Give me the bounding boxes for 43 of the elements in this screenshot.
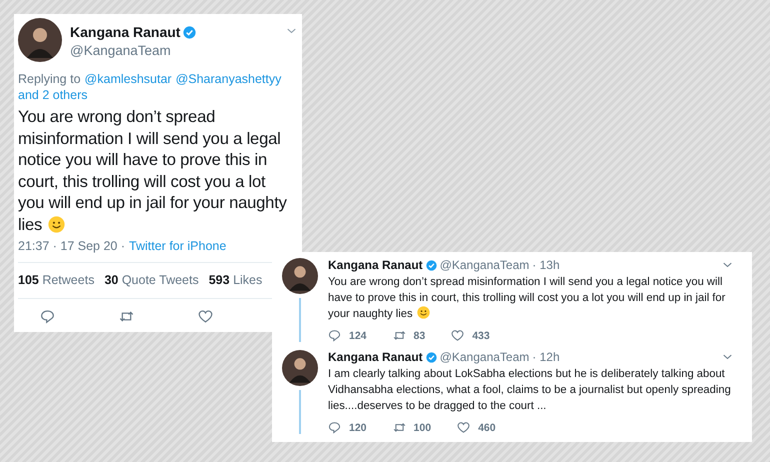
- reply-count: 120: [349, 422, 367, 434]
- reply-icon[interactable]: [328, 329, 341, 342]
- source-link[interactable]: Twitter for iPhone: [129, 239, 226, 253]
- mention-link[interactable]: @Sharanyashettyy: [176, 71, 282, 87]
- chevron-icon[interactable]: [723, 262, 732, 268]
- chevron-icon[interactable]: [723, 354, 732, 360]
- reply-count: 124: [349, 330, 367, 342]
- tweet-text: You are wrong don’t spread misinformation I will send you a legal notice you will have to prove this in court, this trolling will cost you a lot you will end up in jail for your naughty lies: [18, 107, 287, 234]
- like-icon[interactable]: [451, 329, 464, 342]
- tweet-text: I am clearly talking about LokSabha elections but he is deliberately talking about Vidhansabha elections, what a fool, claims to be a journalist but openly spreading lies....deserves to be dragged to the court ...: [328, 368, 731, 412]
- user-handle[interactable]: @KanganaTeam: [440, 350, 530, 364]
- user-handle[interactable]: @KanganaTeam: [70, 43, 196, 58]
- retweet-icon[interactable]: [119, 309, 134, 324]
- thread-line: [299, 390, 301, 434]
- retweet-icon[interactable]: [392, 421, 406, 434]
- retweet-count: 100: [414, 422, 432, 434]
- avatar[interactable]: [282, 350, 318, 386]
- chevron-icon[interactable]: [287, 28, 296, 34]
- reply-icon[interactable]: [328, 421, 341, 434]
- user-name[interactable]: Kangana Ranaut: [70, 24, 180, 40]
- engagement-count[interactable]: 593 Likes: [208, 273, 262, 287]
- tweet-time: · 12h: [532, 350, 560, 364]
- user-name[interactable]: Kangana Ranaut: [328, 350, 423, 364]
- engagement-count[interactable]: 30 Quote Tweets: [104, 273, 199, 287]
- avatar[interactable]: [18, 18, 62, 62]
- like-icon[interactable]: [198, 309, 213, 324]
- like-count: 460: [478, 422, 496, 434]
- mention-link[interactable]: and 2 others: [18, 87, 88, 103]
- retweet-count: 83: [414, 330, 426, 342]
- user-name[interactable]: Kangana Ranaut: [328, 258, 423, 272]
- reply-icon[interactable]: [40, 309, 55, 324]
- reply-label: Replying to: [18, 71, 81, 87]
- tweet-text: You are wrong don’t spread misinformation I will send you a legal notice you will have to prove this in court, this trolling will cost you a lot you will end up in jail for your naughty lies: [328, 276, 726, 320]
- user-handle[interactable]: @KanganaTeam: [440, 258, 530, 272]
- tweet-timestamp: 21:37 · 17 Sep 20 ·: [18, 239, 126, 253]
- like-count: 433: [472, 330, 490, 342]
- engagement-count[interactable]: 105 Retweets: [18, 273, 94, 287]
- like-icon[interactable]: [457, 421, 470, 434]
- tweet-time: · 13h: [532, 258, 560, 272]
- avatar[interactable]: [282, 258, 318, 294]
- mention-link[interactable]: @kamleshsutar: [84, 71, 172, 87]
- retweet-icon[interactable]: [392, 329, 406, 342]
- thread-line: [299, 298, 301, 342]
